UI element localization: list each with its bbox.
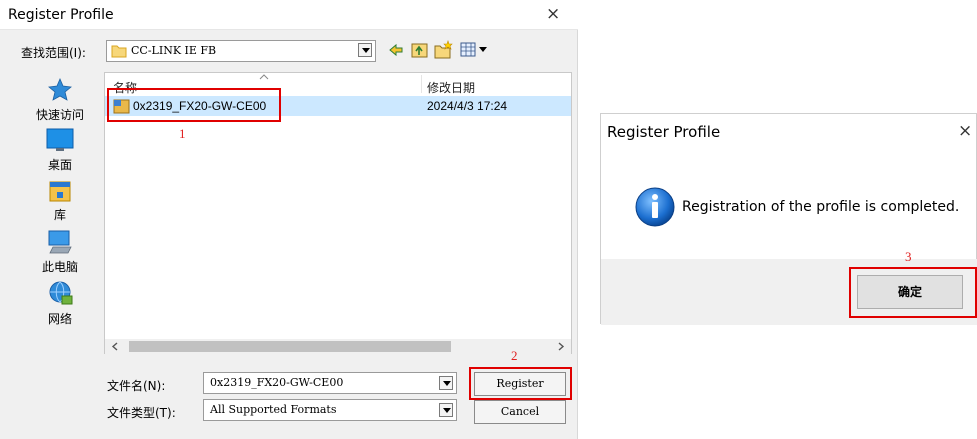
annotation-box-3 <box>849 267 977 318</box>
library-icon <box>49 181 71 202</box>
annotation-label-2: 2 <box>511 348 518 363</box>
place-computer[interactable]: 此电脑 <box>20 228 100 280</box>
filename-input[interactable]: 0x2319_FX20-GW-CE00 <box>203 372 457 394</box>
registration-complete-dialog: Register Profile × Registration of the p… <box>600 113 977 325</box>
close-button[interactable]: × <box>958 121 972 141</box>
place-label: 快速访问 <box>35 108 84 122</box>
filetype-label: 文件类型(T): <box>107 406 176 420</box>
place-label: 桌面 <box>47 158 72 172</box>
folder-icon <box>111 45 127 58</box>
place-label: 网络 <box>47 312 72 326</box>
filetype-select[interactable]: All Supported Formats <box>203 399 457 421</box>
column-divider <box>421 75 422 93</box>
scroll-right-icon[interactable] <box>557 342 565 351</box>
chevron-down-icon[interactable] <box>358 43 372 57</box>
dialog-title: Register Profile <box>8 7 114 23</box>
place-label: 此电脑 <box>41 260 78 274</box>
look-in-combo[interactable]: CC-LINK IE FB <box>106 40 376 62</box>
quick-access-star-icon <box>48 78 72 101</box>
scroll-left-icon[interactable] <box>111 342 119 351</box>
annotation-box-1 <box>107 88 281 122</box>
column-header-modified[interactable]: 修改日期 <box>427 79 475 96</box>
sort-up-icon <box>259 74 269 80</box>
chevron-down-icon[interactable] <box>439 376 453 390</box>
file-modified: 2024/4/3 17:24 <box>427 99 508 113</box>
place-library[interactable]: 库 <box>20 178 100 228</box>
network-icon <box>49 281 73 305</box>
desktop-icon <box>46 128 74 151</box>
filename-value: 0x2319_FX20-GW-CE00 <box>210 376 344 389</box>
places-bar: 快速访问 桌面 库 此电脑 网络 <box>20 72 100 340</box>
back-arrow-icon[interactable] <box>388 42 404 58</box>
dialog-title: Register Profile <box>607 123 721 141</box>
chevron-down-icon[interactable] <box>439 403 453 417</box>
place-desktop[interactable]: 桌面 <box>20 126 100 178</box>
annotation-box-2 <box>469 367 572 400</box>
place-label: 库 <box>53 208 66 222</box>
horizontal-scrollbar[interactable] <box>105 339 571 354</box>
cancel-button[interactable]: Cancel <box>474 400 566 424</box>
look-in-label: 查找范围(I): <box>21 46 86 60</box>
close-button[interactable]: × <box>546 4 560 24</box>
computer-icon <box>48 230 72 254</box>
annotation-label-1: 1 <box>179 126 186 141</box>
title-bar: Register Profile × <box>0 0 578 30</box>
info-icon <box>635 187 675 227</box>
filename-label: 文件名(N): <box>107 379 166 393</box>
dialog-footer: 3 确定 <box>601 249 977 325</box>
annotation-label-3: 3 <box>905 249 912 264</box>
filetype-value: All Supported Formats <box>210 403 337 416</box>
place-quick-access[interactable]: 快速访问 <box>20 72 100 126</box>
new-folder-icon[interactable] <box>434 40 454 59</box>
look-in-value: CC-LINK IE FB <box>131 44 217 57</box>
up-folder-icon[interactable] <box>411 41 429 59</box>
place-network[interactable]: 网络 <box>20 280 100 332</box>
completion-message: Registration of the profile is completed… <box>682 199 960 215</box>
register-profile-dialog: Register Profile × 查找范围(I): CC-LINK IE F… <box>0 0 578 439</box>
scroll-thumb[interactable] <box>129 341 451 352</box>
view-menu-icon[interactable] <box>460 42 490 58</box>
